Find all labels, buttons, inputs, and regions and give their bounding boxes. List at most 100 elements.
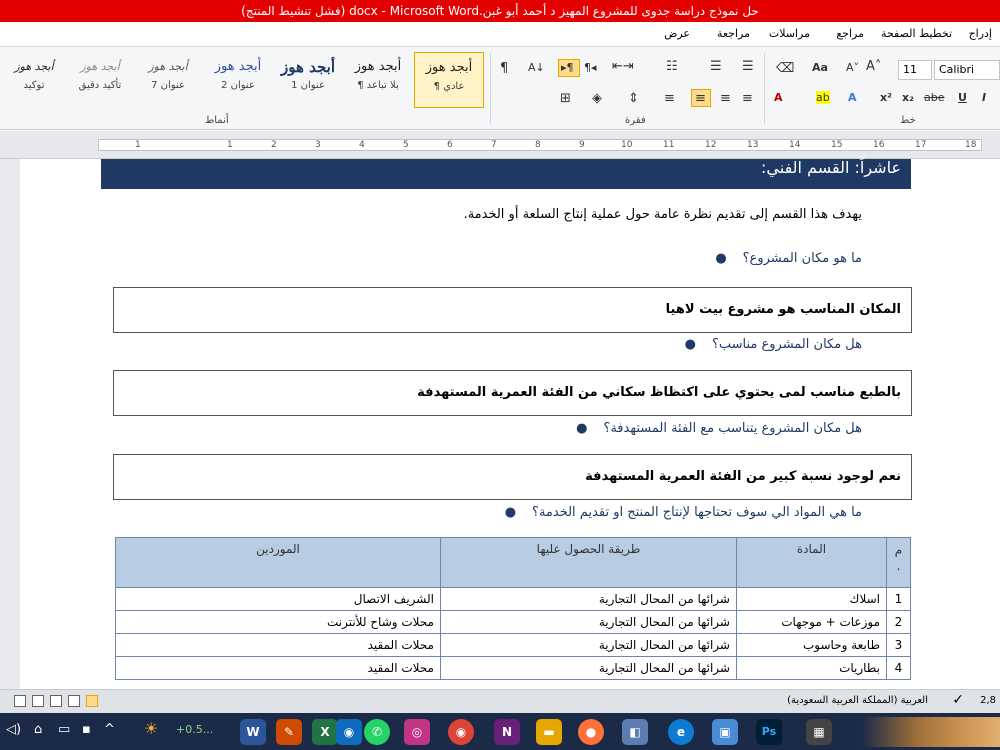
chrome-icon[interactable]: ◉ xyxy=(448,719,474,745)
tab-page-layout[interactable]: تخطيط الصفحة xyxy=(881,27,952,40)
font-color-icon[interactable]: A xyxy=(774,91,783,104)
text-effects-icon[interactable]: A xyxy=(848,91,857,104)
question-2: هل مكان المشروع مناسب؟ ● xyxy=(685,337,862,352)
italic-icon[interactable]: I xyxy=(982,91,986,104)
weather-text[interactable]: +0.5... xyxy=(176,723,213,736)
font-size-select[interactable]: 11 xyxy=(898,60,932,80)
calculator-icon[interactable]: ▦ xyxy=(806,719,832,745)
page-info[interactable]: 2,8 xyxy=(980,695,996,706)
visual-studio-icon[interactable]: N xyxy=(494,719,520,745)
photoshop-icon[interactable]: Ps xyxy=(756,719,782,745)
change-case-icon[interactable]: Aa xyxy=(812,61,828,74)
instagram-icon[interactable]: ◎ xyxy=(404,719,430,745)
view-outline-icon[interactable] xyxy=(32,695,44,707)
shading-icon[interactable]: ◈ xyxy=(592,91,602,106)
grow-font-icon[interactable]: A˄ xyxy=(866,59,881,74)
materials-table: م. المادة طريقة الحصول عليها الموردين 1 … xyxy=(115,537,911,680)
ruler-number: 2 xyxy=(271,140,277,150)
edge-icon[interactable]: e xyxy=(668,719,694,745)
tab-insert[interactable]: إدراج xyxy=(969,27,992,40)
notes-icon[interactable]: ◧ xyxy=(622,719,648,745)
battery-icon[interactable]: ▭ xyxy=(58,722,70,737)
language-indicator[interactable]: العربية (المملكة العربية السعودية) xyxy=(787,695,928,706)
style-no-spacing[interactable]: أبجد هوز ¶ بلا تباعد xyxy=(346,52,410,108)
style-subtle-emphasis[interactable]: أبجد هوز تأكيد دقيق xyxy=(68,52,132,108)
network-icon[interactable]: ⌂ xyxy=(34,722,42,737)
rtl-icon[interactable]: ¶◂ xyxy=(584,61,597,74)
view-reading-icon[interactable] xyxy=(68,695,80,707)
paragraph-group-label: فقرة xyxy=(625,115,646,126)
tab-review[interactable]: مراجعة xyxy=(717,27,750,40)
paint-icon[interactable]: ✎ xyxy=(276,719,302,745)
table-row: 4 بطاريات شرائها من المحال التجارية محلا… xyxy=(115,656,911,680)
firefox-icon[interactable]: ● xyxy=(578,719,604,745)
pilcrow-icon[interactable]: ¶ xyxy=(500,61,508,76)
screen-icon[interactable]: ◉ xyxy=(336,719,362,745)
tab-mailings[interactable]: مراسلات xyxy=(769,27,810,40)
table-cell: شرائها من المحال التجارية xyxy=(440,633,737,657)
whatsapp-icon[interactable]: ✆ xyxy=(364,719,390,745)
shrink-font-icon[interactable]: A˅ xyxy=(846,61,859,74)
folder-icon[interactable]: ▬ xyxy=(536,719,562,745)
style-emphasis[interactable]: أبجد هوز توكيد xyxy=(2,52,66,108)
clear-format-icon[interactable]: ⌫ xyxy=(776,61,794,76)
style-heading-1[interactable]: أبجد هوز عنوان 1 xyxy=(276,52,340,108)
proofing-check-icon[interactable]: ✓ xyxy=(952,692,964,708)
table-cell: 1 xyxy=(886,587,911,611)
table-cell: شرائها من المحال التجارية xyxy=(440,656,737,680)
store-icon[interactable]: ▣ xyxy=(712,719,738,745)
view-web-icon[interactable] xyxy=(50,695,62,707)
highlight-icon[interactable]: ab xyxy=(816,91,830,104)
style-sample: أبجد هوز xyxy=(14,60,54,73)
table-cell: شرائها من المحال التجارية xyxy=(440,610,737,634)
numbering-icon[interactable]: ☰ xyxy=(710,59,722,74)
align-center-icon[interactable]: ≡ xyxy=(720,91,731,106)
ribbon: أبجد هوز ¶ عادي أبجد هوز ¶ بلا تباعد أبج… xyxy=(0,46,1000,130)
underline-icon[interactable]: U xyxy=(958,91,967,104)
desktop-preview[interactable] xyxy=(862,717,1000,747)
font-group-label: خط xyxy=(900,115,916,126)
borders-icon[interactable]: ⊞ xyxy=(560,91,571,106)
view-print-layout-icon[interactable] xyxy=(86,695,98,707)
style-name: عنوان 1 xyxy=(291,80,325,91)
styles-group-label: أنماط xyxy=(205,115,229,126)
view-draft-icon[interactable] xyxy=(14,695,26,707)
multilevel-list-icon[interactable]: ☷ xyxy=(666,59,678,74)
line-spacing-icon[interactable]: ⇕ xyxy=(628,91,639,106)
answer-box-3: نعم لوجود نسبة كبير من الفئة العمرية الم… xyxy=(113,454,912,500)
style-heading-7[interactable]: أبجد هوز عنوان 7 xyxy=(136,52,200,108)
excel-icon[interactable]: X xyxy=(312,719,338,745)
ruler-number: 1 xyxy=(135,140,141,150)
question-1: ما هو مكان المشروع؟ ● xyxy=(715,251,862,266)
subscript-icon[interactable]: x₂ xyxy=(902,91,914,104)
ruler-number: 12 xyxy=(705,140,717,150)
ruler-number: 3 xyxy=(315,140,321,150)
font-name-select[interactable]: Calibri xyxy=(934,60,1000,80)
weather-icon[interactable]: ☀ xyxy=(144,719,158,738)
horizontal-ruler[interactable]: 1 1 2 3 4 5 6 7 8 9 10 11 12 13 14 15 16… xyxy=(0,131,1000,159)
align-right-icon: ≡ xyxy=(695,91,706,106)
question-text: هل مكان المشروع مناسب؟ xyxy=(711,337,862,352)
chat-icon[interactable]: ▪ xyxy=(82,722,91,737)
ruler-number: 14 xyxy=(789,140,801,150)
justify-icon[interactable]: ≡ xyxy=(664,91,675,106)
indent-icon[interactable]: ⇤⇥ xyxy=(612,59,634,74)
superscript-icon[interactable]: x² xyxy=(880,91,892,104)
strikethrough-icon[interactable]: abe xyxy=(924,91,945,104)
align-left-icon[interactable]: ≡ xyxy=(742,91,753,106)
tab-references[interactable]: مراجع xyxy=(836,27,864,40)
ruler-number: 9 xyxy=(579,140,585,150)
bullets-icon[interactable]: ☰ xyxy=(742,59,754,74)
document-page[interactable]: عاشراً: القسم الفني: يهدف هذا القسم إلى … xyxy=(20,159,1000,689)
chevron-up-icon[interactable]: ^ xyxy=(104,722,115,737)
style-heading-2[interactable]: أبجد هوز عنوان 2 xyxy=(206,52,270,108)
sort-icon[interactable]: A↓ xyxy=(528,61,545,74)
word-icon[interactable]: W xyxy=(240,719,266,745)
style-normal[interactable]: أبجد هوز ¶ عادي xyxy=(414,52,484,108)
style-sample: أبجد هوز xyxy=(80,60,120,73)
tab-view[interactable]: عرض xyxy=(664,27,690,40)
table-cell: شرائها من المحال التجارية xyxy=(440,587,737,611)
style-name: تأكيد دقيق xyxy=(78,80,122,91)
document-canvas: عاشراً: القسم الفني: يهدف هذا القسم إلى … xyxy=(0,159,1000,689)
speaker-icon[interactable]: ◁) xyxy=(6,722,21,737)
